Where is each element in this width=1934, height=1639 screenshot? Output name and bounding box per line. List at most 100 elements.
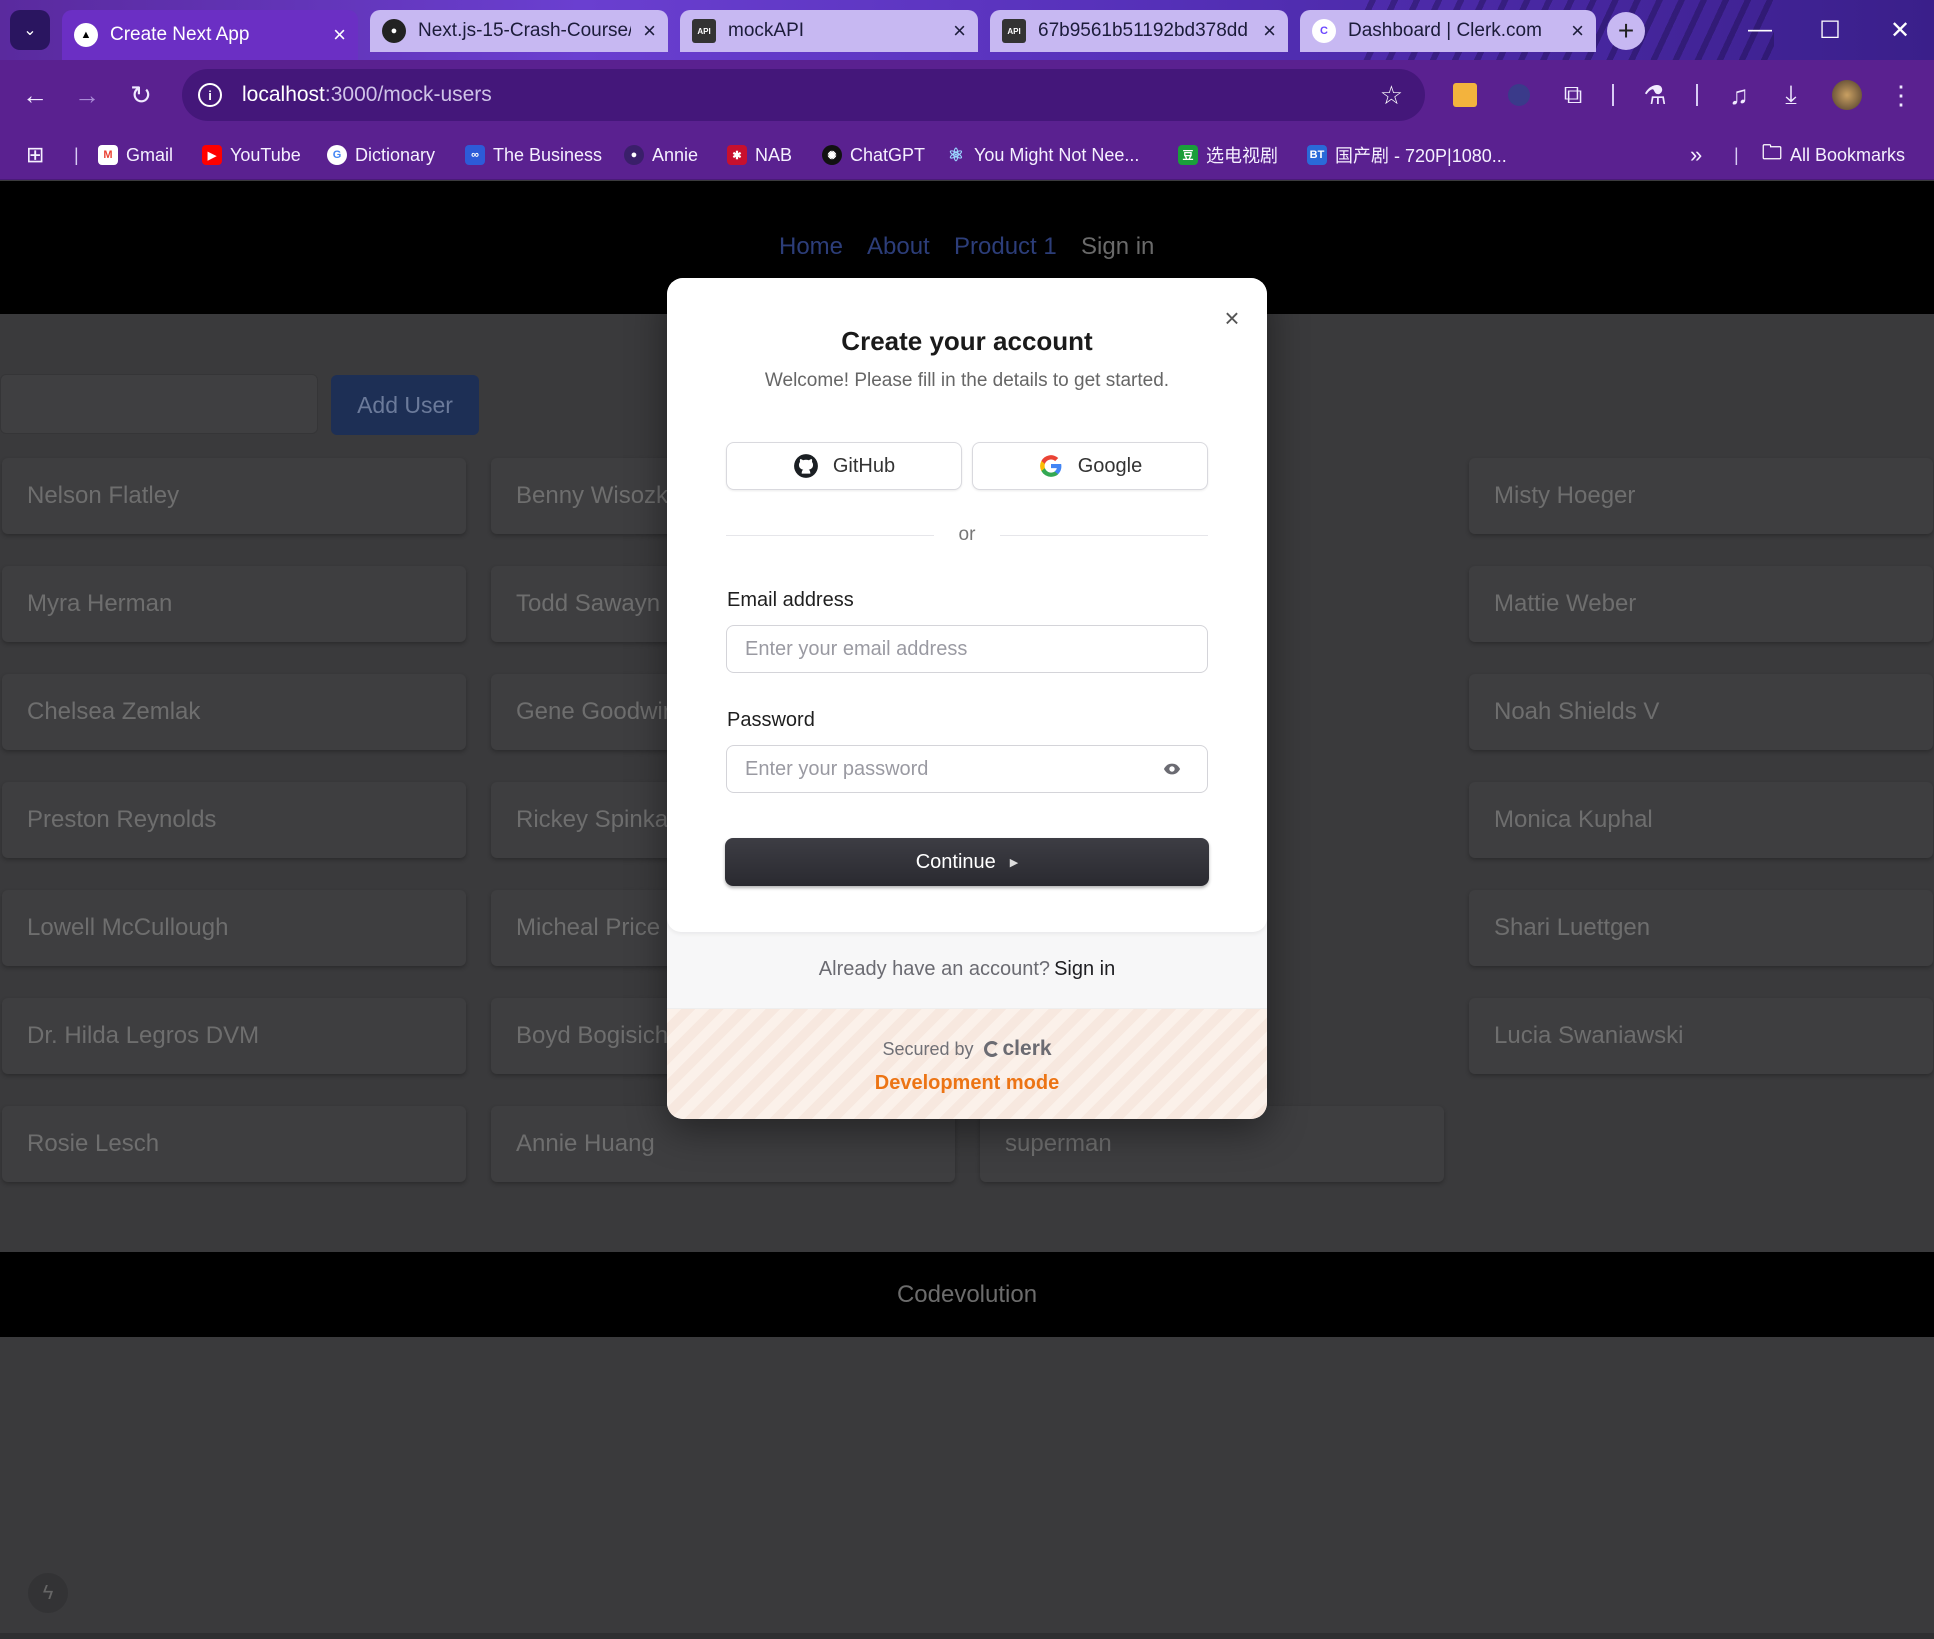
bookmark-label: NAB: [755, 144, 793, 165]
bookmark-the-business[interactable]: ∞ The Business: [465, 140, 602, 170]
abc-icon: ∞: [465, 145, 485, 165]
maximize-button[interactable]: ☐: [1796, 0, 1864, 60]
bookmark-label: 国产剧 - 720P|1080...: [1335, 146, 1507, 166]
bookmark-tv-series[interactable]: 豆 选电视剧: [1178, 140, 1278, 170]
google-sso-button[interactable]: Google: [972, 442, 1208, 490]
all-bookmarks-folder[interactable]: 🗀 All Bookmarks: [1762, 140, 1905, 170]
clerk-logo-icon: [983, 1041, 1000, 1057]
bookmark-chinese-drama[interactable]: BT 国产剧 - 720P|1080...: [1307, 140, 1507, 170]
tab-search-button[interactable]: ⌄: [10, 10, 50, 50]
password-field[interactable]: Enter your password: [726, 745, 1208, 793]
media-queue-icon[interactable]: ♫: [1718, 74, 1760, 116]
clerk-wordmark: clerk: [1002, 1037, 1052, 1060]
bookmark-star-icon[interactable]: ☆: [1380, 80, 1403, 111]
url-host: localhost: [242, 83, 325, 106]
nav-product-link[interactable]: Product 1: [954, 233, 1057, 261]
url-path: :3000/mock-users: [324, 83, 492, 106]
modal-title: Create your account: [841, 326, 1093, 356]
tab-create-next-app[interactable]: ▲ Create Next App ×: [62, 10, 358, 60]
email-label: Email address: [727, 589, 854, 611]
download-icon[interactable]: ⤓: [1770, 74, 1812, 116]
tab-github[interactable]: ● Next.js-15-Crash-Course/ ×: [370, 10, 668, 52]
minimize-button[interactable]: —: [1726, 0, 1794, 60]
bookmark-label: You Might Not Nee...: [974, 144, 1140, 165]
site-info-icon[interactable]: i: [198, 83, 222, 107]
google-icon: [1039, 455, 1062, 477]
all-bookmarks-label: All Bookmarks: [1790, 144, 1906, 165]
tab-title: Create Next App: [110, 24, 250, 45]
extension-notes-icon[interactable]: [1444, 74, 1486, 116]
toolbar-separator: [1696, 84, 1698, 106]
user-card: Shari Luettgen: [1469, 890, 1933, 966]
reload-button[interactable]: ↻: [120, 74, 162, 116]
nab-star-icon: ✱: [727, 145, 747, 165]
user-name-input[interactable]: [0, 374, 318, 434]
back-button[interactable]: ←: [14, 74, 56, 116]
nav-about-link[interactable]: About: [867, 233, 930, 261]
mockapi-icon: API: [692, 19, 716, 43]
user-card: Rosie Lesch: [2, 1106, 466, 1182]
close-tab-icon[interactable]: ×: [1263, 18, 1276, 44]
tab-title: Next.js-15-Crash-Course/: [418, 20, 632, 41]
bookmark-nab[interactable]: ✱ NAB: [727, 140, 792, 170]
bookmark-label: ChatGPT: [850, 144, 926, 165]
bookmark-annie[interactable]: ● Annie: [624, 140, 698, 170]
address-bar[interactable]: i localhost:3000/mock-users ☆: [182, 69, 1425, 121]
youtube-icon: ▶: [202, 145, 222, 165]
folder-icon: 🗀: [1762, 142, 1782, 164]
profile-avatar[interactable]: [1826, 74, 1868, 116]
user-card: Misty Hoeger: [1469, 458, 1933, 534]
show-password-eye-icon[interactable]: [1163, 760, 1181, 778]
tab-clerk-dashboard[interactable]: C Dashboard | Clerk.com ×: [1300, 10, 1596, 52]
github-icon: ●: [382, 19, 406, 43]
close-window-button[interactable]: ✕: [1866, 0, 1934, 60]
modal-footer: Secured by clerk Development mode: [667, 1008, 1267, 1119]
add-user-button[interactable]: Add User: [331, 375, 479, 435]
extensions-puzzle-icon[interactable]: ⧉: [1552, 74, 1594, 116]
continue-button[interactable]: Continue ▶: [725, 838, 1209, 886]
bookmark-label: Annie: [652, 144, 699, 165]
development-mode-badge: Development mode: [874, 1072, 1060, 1094]
new-tab-button[interactable]: +: [1607, 12, 1645, 50]
tab-mockapi-project[interactable]: API 67b9561b51192bd378dd ×: [990, 10, 1288, 52]
forward-button[interactable]: →: [66, 74, 108, 116]
sign-in-link[interactable]: Sign in: [1054, 958, 1115, 980]
password-placeholder: Enter your password: [745, 757, 929, 780]
github-label: GitHub: [832, 454, 896, 477]
bookmark-label: The Business: [493, 144, 603, 165]
browser-menu-icon[interactable]: ⋮: [1880, 74, 1922, 116]
bookmark-label: YouTube: [230, 144, 301, 165]
github-sso-button[interactable]: GitHub: [726, 442, 962, 490]
openai-icon: ✺: [822, 145, 842, 165]
bookmark-chatgpt[interactable]: ✺ ChatGPT: [822, 140, 925, 170]
bottom-strip: [0, 1633, 1934, 1639]
tab-title: Dashboard | Clerk.com: [1348, 20, 1542, 41]
bookmarks-bar: ⊞ | M Gmail ▶ YouTube G Dictionary ∞ The…: [0, 130, 1934, 180]
bookmark-dictionary[interactable]: G Dictionary: [327, 140, 435, 170]
close-tab-icon[interactable]: ×: [643, 18, 656, 44]
user-card: Nelson Flatley: [2, 458, 466, 534]
tab-mockapi[interactable]: API mockAPI ×: [680, 10, 978, 52]
nav-home-link[interactable]: Home: [779, 233, 843, 261]
bookmark-label: Dictionary: [355, 144, 436, 165]
apps-grid-icon[interactable]: ⊞: [26, 140, 44, 170]
close-tab-icon[interactable]: ×: [1571, 18, 1584, 44]
clerk-logo[interactable]: clerk: [983, 1037, 1052, 1061]
footer-text: Codevolution: [896, 1280, 1038, 1308]
nav-signin-link[interactable]: Sign in: [1081, 233, 1154, 261]
email-field[interactable]: Enter your email address: [726, 625, 1208, 673]
secured-by: Secured by clerk: [667, 1037, 1267, 1061]
bookmark-youtube[interactable]: ▶ YouTube: [202, 140, 301, 170]
more-bookmarks-icon[interactable]: »: [1690, 140, 1702, 170]
close-tab-icon[interactable]: ×: [333, 22, 346, 48]
close-tab-icon[interactable]: ×: [953, 18, 966, 44]
user-card: Noah Shields V: [1469, 674, 1933, 750]
already-have-account: Already have an account? Sign in: [667, 958, 1267, 981]
bookmark-you-might-not-need[interactable]: ⚛ You Might Not Nee...: [946, 140, 1140, 170]
tab-title: mockAPI: [728, 20, 805, 41]
user-card: Monica Kuphal: [1469, 782, 1933, 858]
labs-flask-icon[interactable]: ⚗: [1634, 74, 1676, 116]
bookmark-gmail[interactable]: M Gmail: [98, 140, 173, 170]
nextjs-dev-tools-icon[interactable]: ϟ: [28, 1573, 68, 1613]
extension-dark-icon[interactable]: [1498, 74, 1540, 116]
